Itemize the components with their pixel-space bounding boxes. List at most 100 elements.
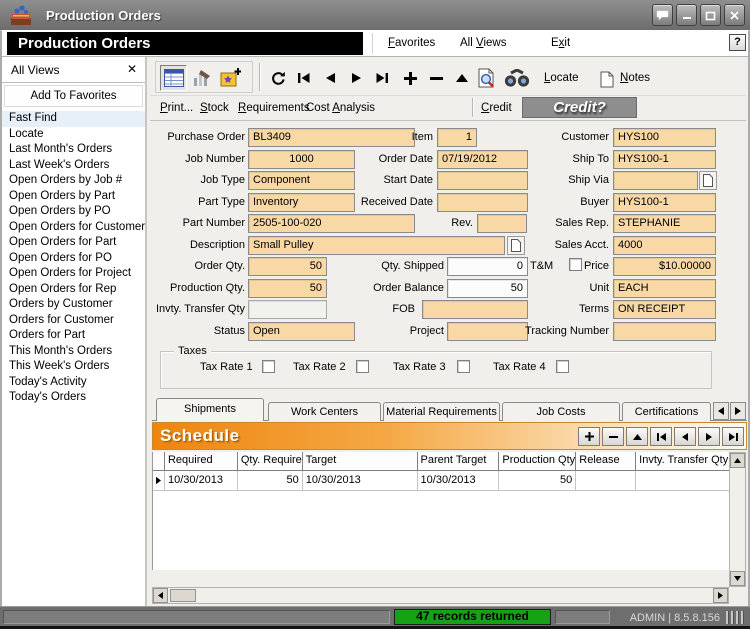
- add-to-favorites-button[interactable]: Add To Favorites: [4, 85, 143, 107]
- tax-rate-4-checkbox[interactable]: [556, 360, 569, 373]
- sidebar-item[interactable]: Locate: [2, 127, 145, 143]
- first-record-button[interactable]: [292, 66, 316, 90]
- sidebar-item[interactable]: Today's Activity: [2, 375, 145, 391]
- grid-col-release[interactable]: Release: [576, 452, 637, 470]
- last-record-button[interactable]: [370, 66, 394, 90]
- minimize-button[interactable]: [676, 4, 697, 26]
- grid-view-button[interactable]: [160, 65, 187, 91]
- sidebar-item[interactable]: Fast Find: [2, 111, 145, 127]
- tab-job-costs[interactable]: Job Costs: [502, 402, 620, 421]
- cell-production-qty[interactable]: 50: [499, 471, 577, 490]
- sidebar-close-icon[interactable]: ✕: [127, 62, 137, 76]
- buyer-field[interactable]: HYS100-1: [613, 193, 716, 212]
- chart-view-button[interactable]: [188, 65, 215, 91]
- scroll-right-button[interactable]: [713, 588, 728, 603]
- feedback-balloon-button[interactable]: [652, 4, 673, 26]
- tab-scroll-right-button[interactable]: [730, 402, 746, 420]
- cell-required[interactable]: 10/30/2013: [165, 471, 238, 490]
- next-record-button[interactable]: [344, 66, 368, 90]
- scroll-up-button[interactable]: [730, 453, 745, 468]
- sidebar-item[interactable]: Orders for Customer: [2, 313, 145, 329]
- customer-field[interactable]: HYS100: [613, 128, 716, 147]
- sidebar-item[interactable]: Open Orders for Project: [2, 266, 145, 282]
- sidebar-item[interactable]: Today's Orders: [2, 390, 145, 406]
- schedule-previous-button[interactable]: [674, 427, 696, 446]
- tracking-number-field[interactable]: [613, 322, 716, 341]
- menu-exit[interactable]: Exit: [551, 37, 570, 49]
- tax-rate-2-checkbox[interactable]: [356, 360, 369, 373]
- find-button[interactable]: [502, 66, 532, 90]
- grid-col-invty-transfer-qty[interactable]: Invty. Transfer Qty: [636, 452, 729, 470]
- stock-action[interactable]: Stock: [200, 102, 229, 114]
- print-action[interactable]: Print...: [160, 102, 193, 114]
- cell-parent-target[interactable]: 10/30/2013: [418, 471, 500, 490]
- part-number-field[interactable]: 2505-100-020: [248, 214, 415, 233]
- restore-button[interactable]: [700, 4, 721, 26]
- ship-via-notes-button[interactable]: [699, 171, 717, 190]
- cell-target[interactable]: 10/30/2013: [303, 471, 418, 490]
- close-button[interactable]: [724, 4, 745, 26]
- terms-field[interactable]: ON RECEIPT: [613, 300, 716, 319]
- item-field[interactable]: 1: [437, 128, 477, 147]
- sidebar-item[interactable]: This Month's Orders: [2, 344, 145, 360]
- grid-horizontal-scrollbar[interactable]: [152, 587, 729, 604]
- add-record-button[interactable]: [398, 66, 422, 90]
- order-qty-field[interactable]: 50: [248, 257, 327, 276]
- previous-record-button[interactable]: [318, 66, 342, 90]
- cell-qty-required[interactable]: 50: [238, 471, 303, 490]
- unit-field[interactable]: EACH: [613, 279, 716, 298]
- tax-rate-1-checkbox[interactable]: [262, 360, 275, 373]
- horizontal-scroll-thumb[interactable]: [170, 589, 196, 602]
- locate-button[interactable]: Locate: [544, 72, 579, 84]
- scroll-down-button[interactable]: [730, 571, 745, 586]
- sidebar-item[interactable]: Open Orders for Part: [2, 235, 145, 251]
- cell-invty-transfer-qty[interactable]: [636, 471, 729, 490]
- grid-col-parent-target[interactable]: Parent Target: [418, 452, 500, 470]
- grid-col-qty-required[interactable]: Qty. Required: [238, 452, 303, 470]
- credit-action[interactable]: Credit: [481, 102, 512, 114]
- description-field[interactable]: Small Pulley: [248, 236, 505, 255]
- tab-scroll-left-button[interactable]: [713, 402, 729, 420]
- sidebar-item[interactable]: Last Week's Orders: [2, 158, 145, 174]
- tax-rate-3-checkbox[interactable]: [457, 360, 470, 373]
- schedule-last-button[interactable]: [722, 427, 744, 446]
- menu-all-views[interactable]: All Views: [460, 37, 506, 49]
- tab-material-requirements[interactable]: Material Requirements: [383, 402, 500, 421]
- sidebar-item[interactable]: Orders by Customer: [2, 297, 145, 313]
- sidebar-item[interactable]: Open Orders by Part: [2, 189, 145, 205]
- new-form-button[interactable]: [216, 65, 243, 91]
- ship-via-field[interactable]: [613, 171, 698, 190]
- schedule-delete-button[interactable]: [602, 427, 624, 446]
- sidebar-item[interactable]: Open Orders for PO: [2, 251, 145, 267]
- sidebar-item[interactable]: Open Orders by Job #: [2, 173, 145, 189]
- sidebar-item[interactable]: Orders for Part: [2, 328, 145, 344]
- credit-status-button[interactable]: Credit?: [522, 97, 637, 118]
- grid-col-required[interactable]: Required: [165, 452, 238, 470]
- sidebar-item[interactable]: Open Orders by PO: [2, 204, 145, 220]
- tm-checkbox[interactable]: [569, 258, 582, 271]
- sidebar-item[interactable]: Last Month's Orders: [2, 142, 145, 158]
- cost-analysis-action[interactable]: Cost Analysis: [306, 102, 375, 114]
- schedule-first-button[interactable]: [650, 427, 672, 446]
- production-qty-field[interactable]: 50: [248, 279, 327, 298]
- grid-col-target[interactable]: Target: [303, 452, 418, 470]
- grid-col-production-qty[interactable]: Production Qty: [499, 452, 577, 470]
- ship-to-field[interactable]: HYS100-1: [613, 150, 716, 169]
- schedule-up-button[interactable]: [626, 427, 648, 446]
- up-button[interactable]: [450, 66, 474, 90]
- help-button[interactable]: ?: [729, 34, 746, 51]
- schedule-next-button[interactable]: [698, 427, 720, 446]
- sidebar-item[interactable]: This Week's Orders: [2, 359, 145, 375]
- menu-favorites[interactable]: Favorites: [388, 37, 435, 49]
- notes-doc-button[interactable]: [598, 67, 616, 91]
- cell-release[interactable]: [576, 471, 637, 490]
- requirements-action[interactable]: Requirements: [238, 102, 310, 114]
- schedule-add-button[interactable]: [578, 427, 600, 446]
- status-field[interactable]: Open: [248, 322, 355, 341]
- grid-vertical-scrollbar[interactable]: [729, 452, 746, 587]
- delete-record-button[interactable]: [424, 66, 448, 90]
- print-preview-button[interactable]: [474, 66, 498, 90]
- sidebar-item[interactable]: Open Orders for Rep: [2, 282, 145, 298]
- tab-work-centers[interactable]: Work Centers: [268, 402, 381, 421]
- tab-certifications[interactable]: Certifications: [622, 402, 711, 421]
